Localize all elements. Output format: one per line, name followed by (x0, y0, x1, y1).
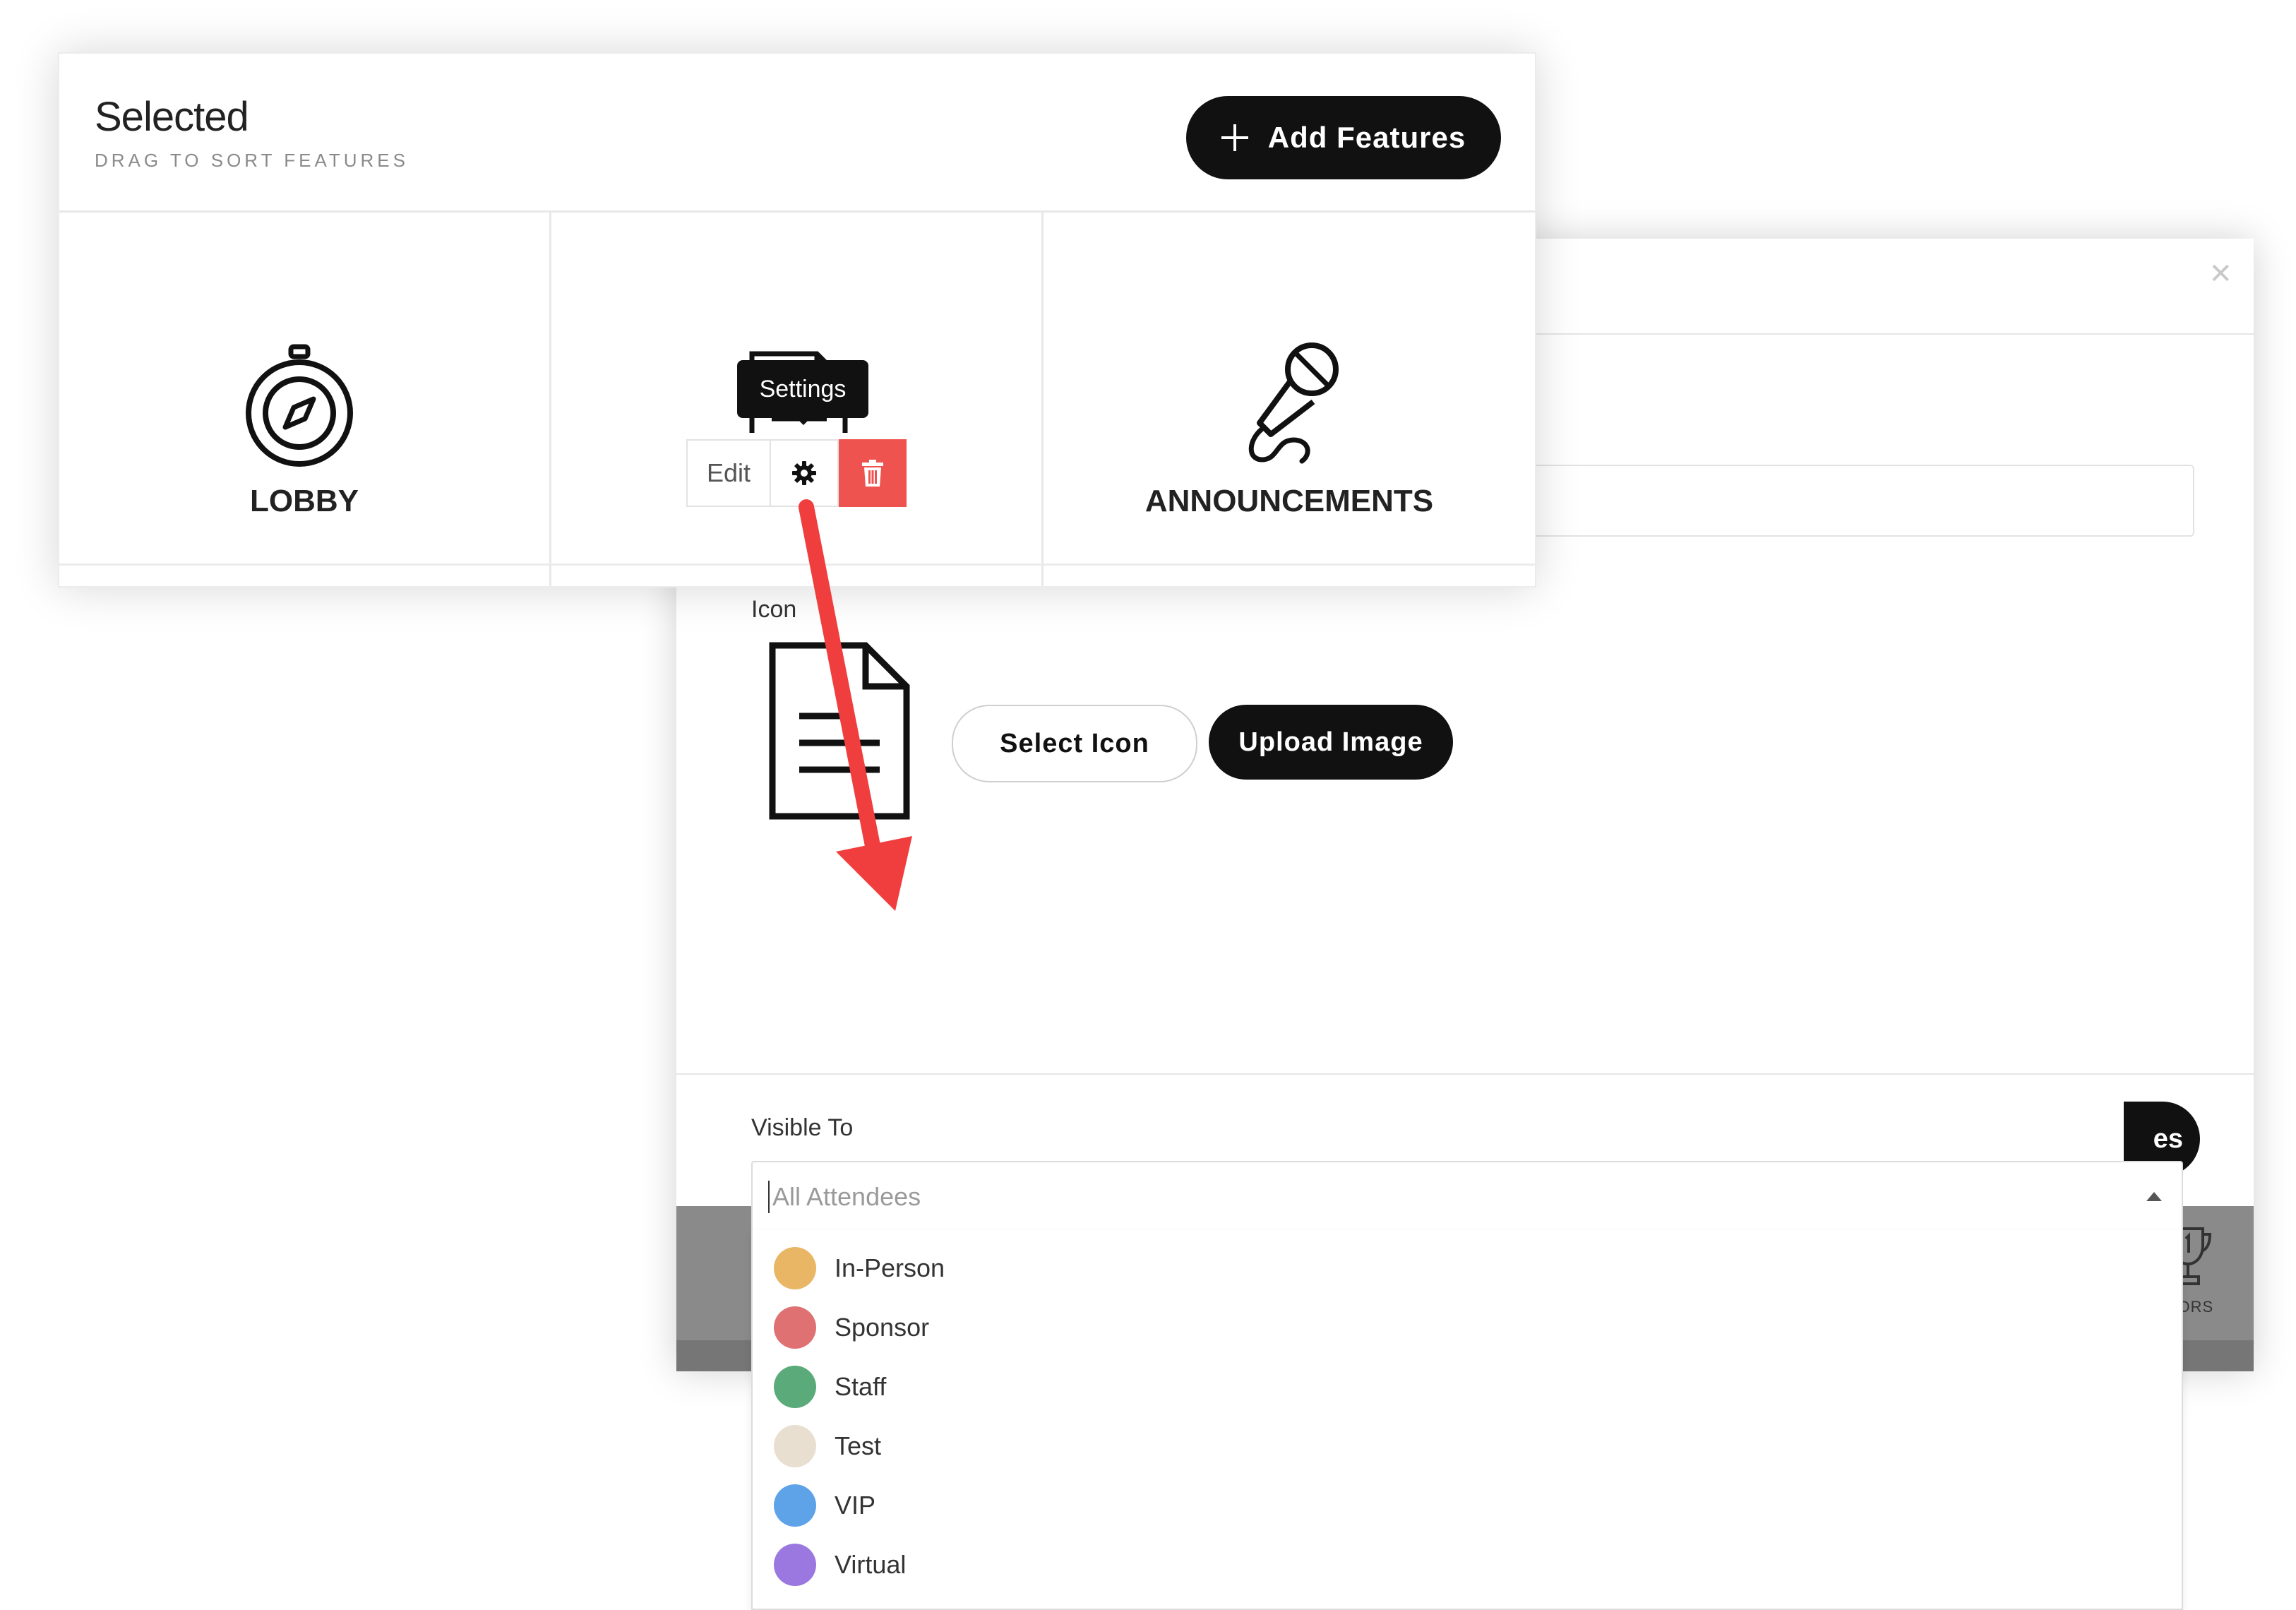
grid-row-divider (59, 564, 1535, 566)
chevron-up-icon[interactable] (2146, 1192, 2162, 1201)
settings-button[interactable] (771, 439, 839, 507)
option-sponsor[interactable]: Sponsor (774, 1306, 929, 1349)
color-dot (774, 1425, 816, 1467)
gear-icon (792, 461, 816, 485)
option-virtual[interactable]: Virtual (774, 1544, 906, 1586)
card-subtitle: DRAG TO SORT FEATURES (95, 150, 409, 171)
visible-to-placeholder: All Attendees (772, 1182, 921, 1211)
close-icon[interactable]: ✕ (2208, 260, 2232, 288)
plus-icon (1221, 124, 1248, 151)
option-label: Staff (835, 1372, 887, 1401)
feature-tile-announcements[interactable]: ANNOUNCEMENTS (1044, 213, 1535, 586)
color-dot (774, 1484, 816, 1527)
text-caret (768, 1181, 770, 1213)
document-icon (769, 642, 910, 820)
option-label: Virtual (835, 1550, 907, 1579)
option-vip[interactable]: VIP (774, 1484, 875, 1527)
option-label: Test (835, 1431, 882, 1460)
add-features-button[interactable]: Add Features (1186, 96, 1501, 179)
feature-tile-lobby[interactable]: LOBBY (59, 213, 551, 586)
microphone-icon (1248, 342, 1339, 464)
option-test[interactable]: Test (774, 1425, 881, 1467)
select-icon-button[interactable]: Select Icon (952, 705, 1197, 782)
modal-footer-divider (676, 1073, 2254, 1075)
tooltip-arrow (795, 417, 812, 425)
trash-icon (862, 460, 883, 487)
color-dot (774, 1544, 816, 1586)
upload-image-button[interactable]: Upload Image (1209, 705, 1453, 780)
visible-to-select[interactable]: All Attendees (751, 1161, 2183, 1233)
visible-to-dropdown: In-Person Sponsor Staff Test VIP Virtual (751, 1230, 2183, 1610)
delete-button[interactable] (839, 439, 907, 507)
option-label: Sponsor (835, 1313, 930, 1342)
edit-button[interactable]: Edit (686, 439, 771, 507)
add-features-label: Add Features (1267, 121, 1466, 154)
compass-icon (246, 344, 353, 467)
color-dot (774, 1247, 816, 1289)
option-label: In-Person (835, 1253, 945, 1282)
card-title: Selected (95, 94, 249, 140)
icon-label: Icon (751, 596, 797, 623)
settings-tooltip: Settings (737, 360, 868, 418)
option-staff[interactable]: Staff (774, 1366, 886, 1408)
feature-label: LOBBY (250, 484, 359, 518)
feature-label: ANNOUNCEMENTS (1144, 484, 1434, 518)
color-dot (774, 1366, 816, 1408)
option-label: VIP (835, 1491, 876, 1520)
selected-features-card: Selected DRAG TO SORT FEATURES Add Featu… (58, 52, 1536, 588)
option-in-person[interactable]: In-Person (774, 1247, 945, 1289)
color-dot (774, 1306, 816, 1349)
feature-action-bar: Edit (686, 439, 907, 507)
visible-to-label: Visible To (751, 1114, 854, 1141)
